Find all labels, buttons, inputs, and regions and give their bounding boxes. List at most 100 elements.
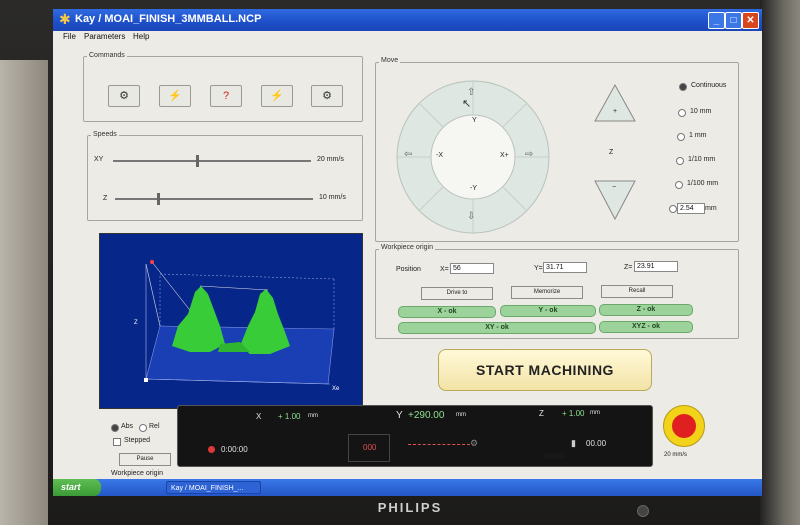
dro-z-value: + 1.00 xyxy=(562,409,585,418)
xy-ok-button[interactable]: XY - ok xyxy=(398,322,596,334)
step-hundredth-radio[interactable] xyxy=(675,181,683,189)
menu-parameters[interactable]: Parameters xyxy=(84,32,125,41)
x-origin-label: X= xyxy=(440,266,449,273)
commands-label: Commands xyxy=(87,52,127,59)
move-label: Move xyxy=(379,57,401,64)
monitor-brand: PHILIPS xyxy=(377,500,443,515)
jog-y-label: Y xyxy=(472,117,477,124)
abs-radio[interactable] xyxy=(111,424,119,432)
step-10mm-radio[interactable] xyxy=(678,109,686,117)
x-jog-indicator: 000 xyxy=(348,434,390,462)
step-custom-field[interactable]: 2.54 xyxy=(677,203,705,214)
position-label: Position xyxy=(396,266,421,273)
taskbar-app-item[interactable]: Kay / MOAI_FINISH_... xyxy=(166,481,261,494)
dro-x-label: X xyxy=(256,412,262,421)
speed-status: 20 mm/s xyxy=(664,452,688,458)
y-ok-button[interactable]: Y - ok xyxy=(500,305,596,317)
x-origin-field[interactable]: 56 xyxy=(450,263,494,274)
z-origin-field[interactable]: 23.91 xyxy=(634,261,678,272)
dro-y-label: Y xyxy=(396,410,403,421)
power-button[interactable] xyxy=(637,505,649,517)
rel-radio[interactable] xyxy=(139,424,147,432)
recall-button[interactable]: Recall xyxy=(601,285,673,298)
machine-config-icon[interactable]: ⚙ xyxy=(311,85,343,107)
step-continuous-label: Continuous xyxy=(691,82,727,89)
z-jog-icon: ▮ xyxy=(571,438,576,448)
spindle-value: 00.00 xyxy=(586,439,607,448)
step-tenth-label: 1/10 mm xyxy=(688,156,716,163)
dro-y-unit: mm xyxy=(456,412,466,418)
rel-label: Rel xyxy=(149,423,160,430)
start-button[interactable]: start xyxy=(53,479,101,496)
abs-label: Abs xyxy=(121,423,134,430)
emergency-stop-button[interactable] xyxy=(663,405,705,447)
z-speed-axis-label: Z xyxy=(103,195,108,202)
drive-to-button[interactable]: Drive to xyxy=(421,287,493,300)
minimize-button[interactable]: _ xyxy=(708,12,725,29)
xyz-ok-button[interactable]: XYZ - ok xyxy=(599,321,693,333)
tool-load-icon[interactable]: ⚡ xyxy=(159,85,191,107)
close-button[interactable]: ✕ xyxy=(742,12,759,29)
jog-left-arrow-icon[interactable]: ⇦ xyxy=(404,149,412,160)
z-up-label: + xyxy=(613,108,618,115)
preview-floor xyxy=(145,325,335,385)
z-up-button[interactable] xyxy=(593,83,637,123)
xy-speed-value: 20 mm/s xyxy=(317,156,344,163)
screen: ✱ Kay / MOAI_FINISH_3MMBALL.NCP _ □ ✕ Fi… xyxy=(53,9,762,496)
start-machining-button[interactable]: START MACHINING xyxy=(438,349,652,391)
home-setup-icon[interactable]: ⚙ xyxy=(108,85,140,107)
timer-icon xyxy=(208,446,215,453)
xy-speed-slider[interactable] xyxy=(196,155,200,167)
window-title: Kay / MOAI_FINISH_3MMBALL.NCP xyxy=(75,13,262,25)
step-tenth-radio[interactable] xyxy=(676,157,684,165)
jog-minus-x-label: -X xyxy=(436,152,443,159)
dro-z-unit: mm xyxy=(590,410,600,416)
xy-speed-track xyxy=(113,160,311,162)
dro-x-unit: mm xyxy=(308,413,318,419)
pause-button[interactable]: Pause xyxy=(119,453,171,466)
background-right xyxy=(760,0,800,525)
position-readout: X + 1.00 mm Y +290.00 mm Z + 1.00 mm 0:0… xyxy=(177,405,653,467)
menu-help[interactable]: Help xyxy=(133,32,149,41)
menu-file[interactable]: File xyxy=(63,32,76,41)
xy-speed-axis-label: XY xyxy=(94,156,104,163)
dro-z-label: Z xyxy=(539,409,544,418)
stepped-checkbox[interactable] xyxy=(113,438,121,446)
z-speed-track xyxy=(115,198,313,200)
step-custom-unit: mm xyxy=(705,205,717,212)
step-hundredth-label: 1/100 mm xyxy=(687,180,719,187)
app-icon: ✱ xyxy=(59,11,71,27)
z-origin-label: Z= xyxy=(624,264,633,271)
preview-origin-marker xyxy=(144,378,148,382)
speeds-label: Speeds xyxy=(91,131,119,138)
z-axis-label: Z xyxy=(609,149,614,156)
stop-icon xyxy=(672,414,696,438)
status-text: Workpiece origin xyxy=(111,470,164,477)
maximize-button[interactable]: □ xyxy=(725,12,742,29)
step-custom-radio[interactable] xyxy=(669,205,677,213)
memorize-button[interactable]: Memorize xyxy=(511,286,583,299)
tool-query-icon[interactable]: ? xyxy=(210,85,242,107)
preview-tool-marker xyxy=(150,260,154,264)
z-speed-slider[interactable] xyxy=(156,193,160,205)
z-ok-button[interactable]: Z - ok xyxy=(599,304,693,316)
y-origin-field[interactable]: 31.71 xyxy=(543,262,587,273)
jog-down-arrow-icon[interactable]: ⇩ xyxy=(467,211,475,222)
dro-y-value: +290.00 xyxy=(408,410,445,421)
step-1mm-label: 1 mm xyxy=(689,132,707,139)
speeds-group xyxy=(87,135,363,221)
step-continuous-radio[interactable] xyxy=(679,83,687,91)
tool-measure-icon[interactable]: ⚡ xyxy=(261,85,293,107)
step-10mm-label: 10 mm xyxy=(690,108,712,115)
background-left xyxy=(0,60,48,525)
z-speed-value: 10 mm/s xyxy=(319,194,346,201)
line-count: 1093307 xyxy=(543,454,567,460)
menu-bar: File Parameters Help xyxy=(53,31,762,45)
step-1mm-radio[interactable] xyxy=(677,133,685,141)
timer-value: 0:00:00 xyxy=(221,445,248,454)
x-ok-button[interactable]: X - ok xyxy=(398,306,496,318)
dro-x-value: + 1.00 xyxy=(278,412,301,421)
jog-minus-y-label: -Y xyxy=(470,185,477,192)
stepped-label: Stepped xyxy=(124,437,151,444)
jog-right-arrow-icon[interactable]: ⇨ xyxy=(525,149,533,160)
